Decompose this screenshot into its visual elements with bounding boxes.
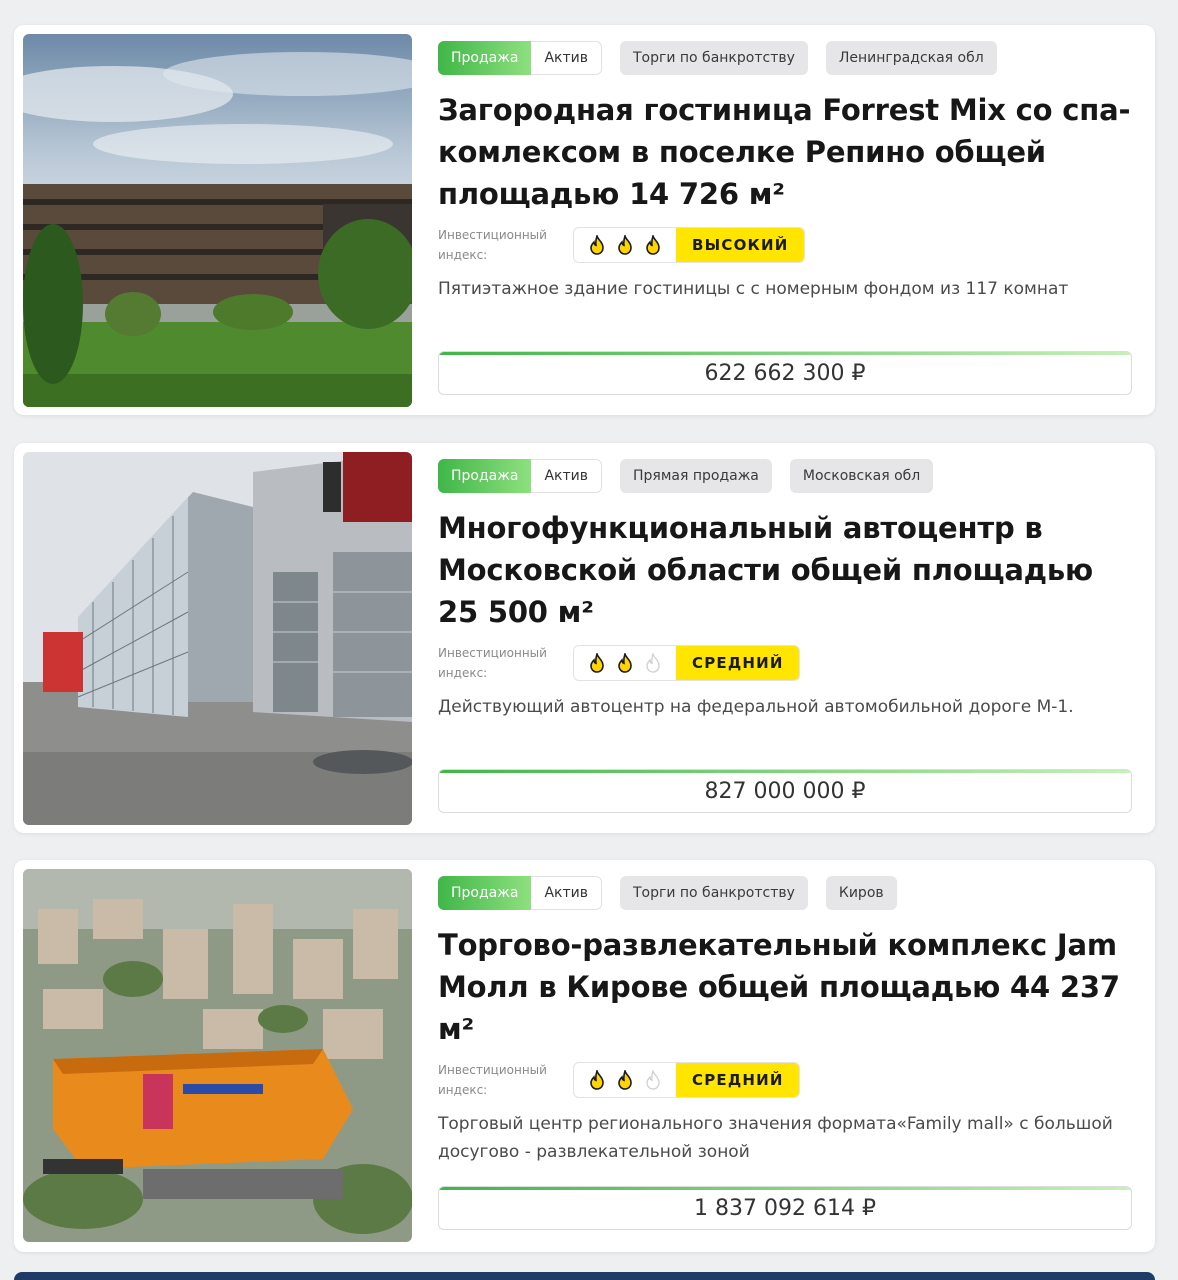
investment-level-badge: СРЕДНИЙ: [676, 1063, 799, 1097]
price-button[interactable]: 827 000 000 ₽: [438, 769, 1132, 813]
sale-tag[interactable]: Продажа: [438, 41, 532, 75]
asset-tag[interactable]: Актив: [531, 876, 602, 910]
investment-index: Инвестиционный индекс: ВЫСОКИЙ: [438, 225, 1133, 265]
investment-index: Инвестиционный индекс: СРЕДНИЙ: [438, 1060, 1133, 1100]
listing-description: Действующий автоцентр на федеральной авт…: [438, 697, 1074, 717]
flame-icon: [618, 1070, 632, 1090]
flame-icon: [590, 235, 604, 255]
listing-card-1[interactable]: Продажа Актив Торги по банкротству Ленин…: [14, 25, 1155, 415]
region-tag[interactable]: Киров: [825, 876, 897, 910]
tag-row: Продажа Актив Прямая продажа Московская …: [438, 459, 1133, 493]
region-tag[interactable]: Московская обл: [789, 459, 934, 493]
flame-icon: [646, 1070, 660, 1090]
next-card-edge: [14, 1272, 1155, 1280]
sale-method-tag[interactable]: Прямая продажа: [619, 459, 772, 493]
investment-index-box: ВЫСОКИЙ: [573, 227, 805, 263]
listing-title[interactable]: Многофункциональный автоцентр в Московск…: [438, 507, 1133, 633]
deal-type-segment: Продажа Актив: [438, 41, 602, 75]
investment-index-label: Инвестиционный индекс:: [438, 228, 547, 262]
flame-icon: [590, 653, 604, 673]
flame-icon: [590, 1070, 604, 1090]
investment-level-badge: СРЕДНИЙ: [676, 646, 799, 680]
listing-title[interactable]: Загородная гостиница Forrest Mix со спа-…: [438, 89, 1133, 215]
flame-icon: [646, 235, 660, 255]
listing-info: Продажа Актив Торги по банкротству Ленин…: [438, 41, 1133, 303]
listing-photo[interactable]: [23, 452, 412, 825]
investment-level-badge: ВЫСОКИЙ: [676, 228, 804, 262]
flame-icon: [618, 235, 632, 255]
listing-card-3[interactable]: Продажа Актив Торги по банкротству Киров…: [14, 860, 1155, 1252]
deal-type-segment: Продажа Актив: [438, 876, 602, 910]
sale-tag[interactable]: Продажа: [438, 876, 532, 910]
listing-photo[interactable]: [23, 34, 412, 407]
flame-rating: [574, 1063, 676, 1097]
investment-index-box: СРЕДНИЙ: [573, 645, 800, 681]
flame-rating: [574, 228, 676, 262]
sale-tag[interactable]: Продажа: [438, 459, 532, 493]
deal-type-segment: Продажа Актив: [438, 459, 602, 493]
hotel-photo: [23, 34, 412, 407]
asset-tag[interactable]: Актив: [531, 41, 602, 75]
sale-method-tag[interactable]: Торги по банкротству: [619, 41, 808, 75]
region-tag[interactable]: Ленинградская обл: [825, 41, 997, 75]
listing-card-2[interactable]: Продажа Актив Прямая продажа Московская …: [14, 443, 1155, 833]
flame-rating: [574, 646, 676, 680]
listing-title[interactable]: Торгово-развлекательный комплекс Jam Мол…: [438, 924, 1133, 1050]
price-button[interactable]: 1 837 092 614 ₽: [438, 1186, 1132, 1230]
flame-icon: [646, 653, 660, 673]
listing-photo[interactable]: [23, 869, 412, 1242]
listing-info: Продажа Актив Торги по банкротству Киров…: [438, 876, 1133, 1166]
flame-icon: [618, 653, 632, 673]
listing-description: Пятиэтажное здание гостиницы с с номерны…: [438, 279, 1069, 299]
investment-index-label: Инвестиционный индекс:: [438, 1063, 547, 1097]
investment-index-box: СРЕДНИЙ: [573, 1062, 800, 1098]
tag-row: Продажа Актив Торги по банкротству Ленин…: [438, 41, 1133, 75]
car-center-photo: [23, 452, 412, 825]
price-button[interactable]: 622 662 300 ₽: [438, 351, 1132, 395]
listing-info: Продажа Актив Прямая продажа Московская …: [438, 459, 1133, 721]
mall-aerial-photo: [23, 869, 412, 1242]
listing-description: Торговый центр регионального значения фо…: [438, 1114, 1113, 1162]
investment-index: Инвестиционный индекс: СРЕДНИЙ: [438, 643, 1133, 683]
tag-row: Продажа Актив Торги по банкротству Киров: [438, 876, 1133, 910]
sale-method-tag[interactable]: Торги по банкротству: [619, 876, 808, 910]
investment-index-label: Инвестиционный индекс:: [438, 646, 547, 680]
asset-tag[interactable]: Актив: [531, 459, 602, 493]
